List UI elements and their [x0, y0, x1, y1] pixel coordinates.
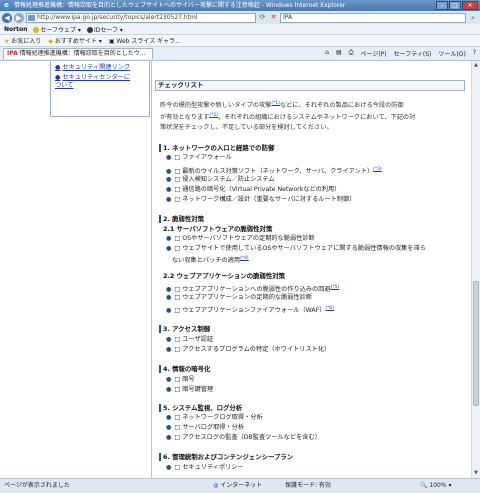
section-heading: 6. 管理統制およびコンテンジェンシープラン [159, 453, 293, 461]
feeds-icon[interactable]: ▤ [336, 49, 342, 58]
note-link[interactable]: (*4) [240, 256, 249, 261]
safeweb-icon [33, 27, 40, 33]
suggested-icon: ◆ [48, 38, 53, 45]
address-bar: ◀ ▶ http://www.ipa.go.jp/security/topics… [0, 11, 480, 24]
note-link[interactable]: (*5) [331, 285, 340, 290]
print-icon[interactable]: ⎙ [349, 49, 354, 58]
idsafe-icon [86, 27, 93, 33]
stop-icon[interactable]: ✕ [269, 13, 278, 22]
safeweb-button[interactable]: セーフウェブ ▾ [33, 25, 81, 34]
section-heading: 4. 情報の暗号化 [159, 365, 210, 373]
list-item: ● □ ウェブアプリケーションファイアウォール（WAF）(*6) [166, 306, 335, 315]
security-center-about-link[interactable]: ● セキュリティセンターに ついて [55, 74, 145, 90]
list-item: ● □ 侵入検知システム／防止システム [166, 176, 275, 183]
list-item: ● □ 通信路の暗号化（Virtual Private Networkなどの利用） [166, 186, 341, 193]
tab-bar: IPA 情報処理推進機構：情報窃取を目的としたウ... ⌂ ▤ ⎙ ページ(P) … [0, 47, 480, 61]
ie-logo-icon: e [2, 1, 11, 10]
search-input[interactable]: IPA [280, 12, 466, 23]
window-title: 情報処理推進機構：情報窃取を目的としたウェブサイトへのサイバー攻撃に関する注意喚… [14, 2, 346, 9]
note-link[interactable]: (*3) [373, 167, 382, 172]
scroll-down-icon[interactable]: ▼ [472, 469, 480, 478]
norton-logo[interactable]: Norton [4, 26, 27, 33]
refresh-icon[interactable]: ⟳ [258, 13, 267, 22]
list-item: ● □ アクセスログの監査（DB監査ツールなどを含む） [166, 434, 321, 441]
section-heading: 5. システム監視、ログ分析 [159, 404, 242, 412]
left-navigation: ● セキュリティ関連リンク ● セキュリティセンターに ついて [50, 61, 150, 117]
list-item: ● □ 暗号鍵管理 [166, 386, 214, 393]
list-item: ● □ 暗号 [166, 376, 195, 383]
scroll-thumb[interactable] [473, 281, 479, 406]
section-heading: 3. アクセス制御 [159, 325, 210, 333]
back-button[interactable]: ◀ [2, 12, 12, 23]
favorites-button[interactable]: ★ お気に入り [4, 36, 41, 45]
forward-button[interactable]: ▶ [14, 12, 24, 23]
globe-icon: ◍ [213, 482, 219, 489]
list-item: ● □ ウェブアプリケーションへの脆弱性の作り込みの回避(*5) [166, 285, 340, 294]
protected-mode-indicator: 保護モード: 有効 [285, 482, 331, 489]
zone-indicator[interactable]: ◍ インターネット [213, 479, 262, 493]
tools-menu[interactable]: ツール(O) [438, 49, 465, 58]
url-input[interactable]: http://www.ipa.go.jp/security/topics/ale… [26, 12, 256, 23]
command-bar: ⌂ ▤ ⎙ ページ(P) セーフティ(S) ツール(O) ? [325, 49, 480, 58]
status-text: ページが表示されました [4, 482, 70, 489]
tab-active[interactable]: IPA 情報処理推進機構：情報窃取を目的としたウ... [3, 48, 153, 59]
suggested-sites-button[interactable]: ◆ おすすめサイト ▾ [48, 36, 101, 45]
search-icon[interactable]: ⌕ [468, 13, 478, 23]
page-icon [28, 14, 35, 21]
note-link[interactable]: (*6) [325, 306, 334, 311]
web-slice-gallery-button[interactable]: ▣ Web スライス ギャラ... [109, 36, 181, 45]
section-heading: 2. 脆弱性対策 [159, 215, 204, 223]
section-heading: 1. ネットワークの入口と経路での防御 [159, 144, 274, 152]
window-controls: – □ ✕ [436, 1, 478, 10]
checklist-heading: チェックリスト [155, 80, 465, 91]
subsection-heading: 2.2 ウェブアプリケーションの脆弱性対策 [163, 272, 286, 280]
subsection-heading: 2.1 サーバソフトウェアの脆弱性対策 [163, 225, 273, 233]
maximize-button[interactable]: □ [449, 1, 461, 10]
list-item: ● □ OSやサーバソフトウェアの定期的な脆弱性診断 [166, 235, 315, 242]
home-icon[interactable]: ⌂ [325, 49, 329, 58]
note-link[interactable]: (*1) [271, 101, 280, 106]
zoom-control[interactable]: 🔍 100% ▾ [420, 479, 451, 493]
window-title-bar: e 情報処理推進機構：情報窃取を目的としたウェブサイトへのサイバー攻撃に関する注… [0, 0, 480, 11]
list-item: ● □ ネットワーク構成／設計（重要なサーバに対するルート制御） [166, 196, 356, 203]
star-icon: ★ [4, 38, 10, 45]
list-item: ● □ ウェブアプリケーションの定期的な脆弱性診断 [166, 294, 313, 301]
list-item: ● □ サーバログ取得・分析 [166, 424, 245, 431]
list-item: ● □ ネットワークログ取得・分析 [166, 414, 263, 421]
help-icon[interactable]: ? [473, 49, 476, 58]
intro-paragraph: 昨今の標的型攻撃や新しいタイプの攻撃(*1)などに、それぞれの製品における今段の… [160, 101, 416, 132]
zoom-icon: 🔍 [420, 482, 428, 489]
minimize-button[interactable]: – [436, 1, 448, 10]
ipa-favicon-icon: IPA [7, 50, 18, 57]
idsafe-button[interactable]: IDセーフ ▾ [86, 25, 123, 34]
status-bar: ページが表示されました ◍ インターネット 保護モード: 有効 🔍 100% ▾ [0, 478, 480, 493]
close-button[interactable]: ✕ [462, 1, 478, 10]
list-item: ● □ 最新のウイルス対策ソフト（ネットワーク、サーバ、クライアント）(*3) [166, 167, 382, 176]
favorites-bar: ★ お気に入り ◆ おすすめサイト ▾ ▣ Web スライス ギャラ... [0, 35, 480, 47]
norton-toolbar: Norton セーフウェブ ▾ IDセーフ ▾ [0, 24, 480, 35]
list-item: ない収集とパッチの適用(*4) [172, 256, 249, 265]
page-menu[interactable]: ページ(P) [360, 49, 386, 58]
list-item: ● □ ファイアウォール [166, 154, 232, 161]
slice-icon: ▣ [108, 38, 115, 45]
list-item: ● □ ユーザ認証 [166, 336, 214, 343]
list-item: ● □ アクセスするプログラムの特定（ホワイトリスト化） [166, 346, 331, 353]
safety-menu[interactable]: セーフティ(S) [394, 49, 432, 58]
list-item: ● □ ウェブサイトで使用しているOSやサーバソフトウェアに関する脆弱性情報の収集… [166, 245, 426, 252]
vertical-scrollbar[interactable]: ▲ ▼ [471, 61, 480, 478]
list-item: ● □ セキュリティポリシー [166, 464, 244, 471]
security-links-link[interactable]: ● セキュリティ関連リンク [55, 64, 145, 72]
note-link[interactable]: (*2) [209, 113, 218, 118]
scroll-up-icon[interactable]: ▲ [472, 61, 480, 70]
